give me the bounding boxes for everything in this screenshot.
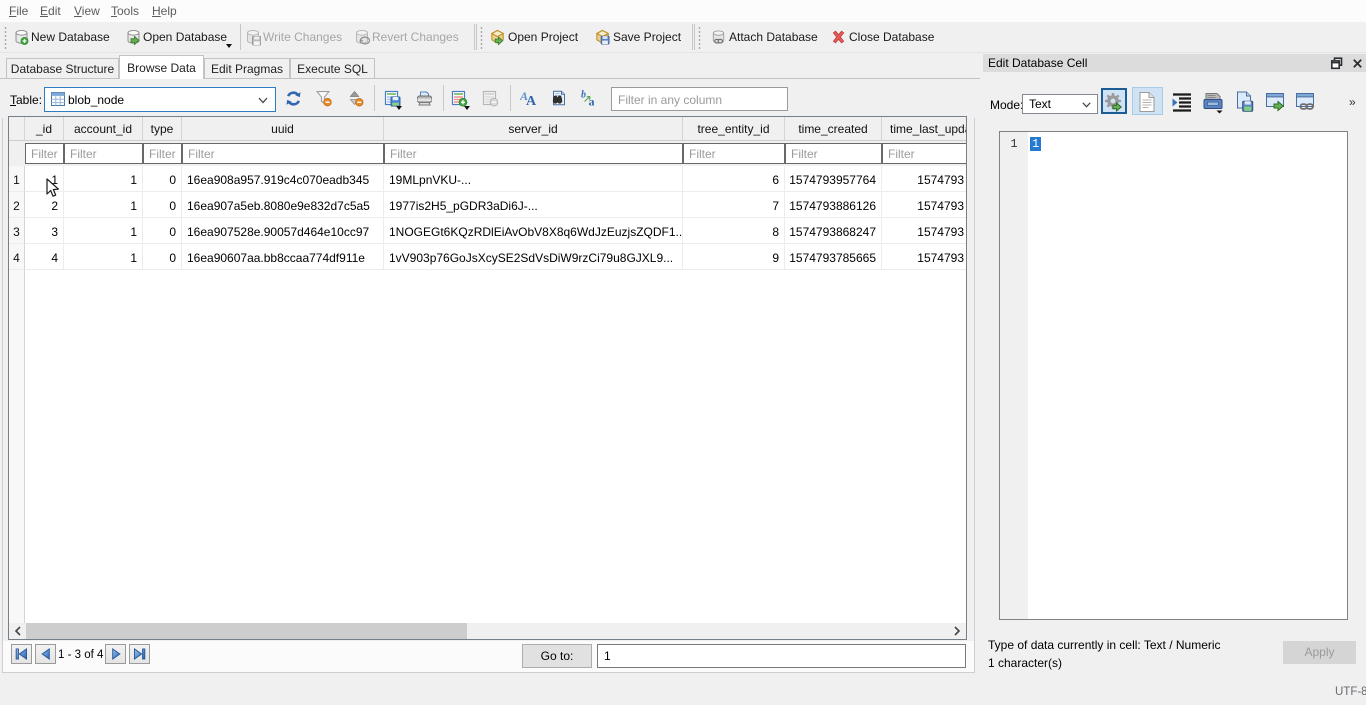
svg-text:A: A	[526, 94, 537, 107]
svg-text:b: b	[581, 90, 586, 101]
